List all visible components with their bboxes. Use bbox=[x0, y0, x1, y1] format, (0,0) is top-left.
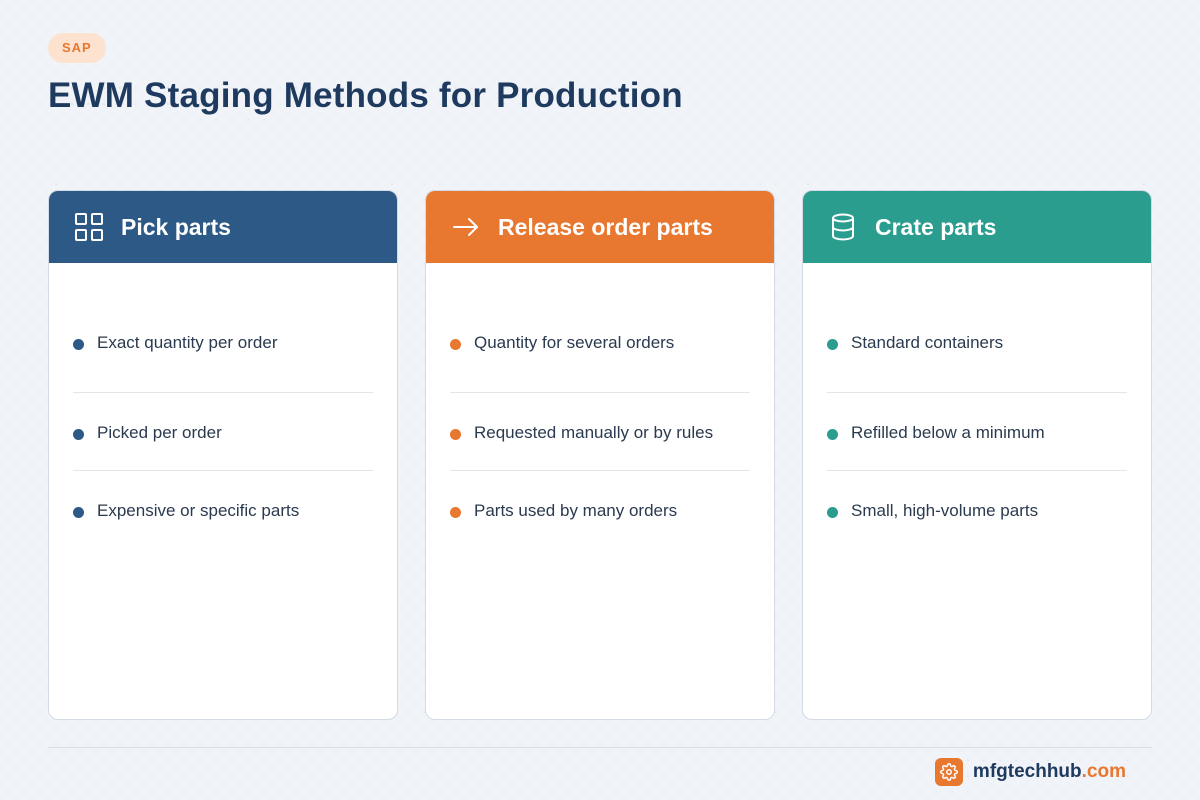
page-title: EWM Staging Methods for Production bbox=[48, 76, 683, 115]
staging-methods: Pick parts Exact quantity per order Pick… bbox=[48, 190, 1152, 720]
bullet-dot bbox=[450, 429, 461, 440]
footer-divider bbox=[48, 747, 1152, 748]
item-text: Small, high-volume parts bbox=[851, 501, 1039, 520]
bullet-dot bbox=[450, 339, 461, 350]
list-item: Quantity for several orders bbox=[450, 303, 750, 393]
item-text: Quantity for several orders bbox=[474, 333, 675, 352]
card-items: Standard containers Refilled below a min… bbox=[827, 333, 1127, 549]
item-text: Exact quantity per order bbox=[97, 333, 278, 352]
list-item: Small, high-volume parts bbox=[827, 471, 1127, 549]
bullet-dot bbox=[827, 339, 838, 350]
item-text: Parts used by many orders bbox=[474, 501, 678, 520]
database-icon bbox=[827, 211, 859, 243]
list-item: Refilled below a minimum bbox=[827, 393, 1127, 471]
list-item: Picked per order bbox=[73, 393, 373, 471]
gear-icon bbox=[934, 758, 963, 786]
bullet-dot bbox=[73, 339, 84, 350]
bullet-dot bbox=[827, 507, 838, 518]
card-release-order-parts: Release order parts Quantity for several… bbox=[425, 190, 775, 720]
brand-name: mfgtechhub bbox=[972, 761, 1082, 782]
bullet-dot bbox=[450, 507, 461, 518]
list-item: Standard containers bbox=[827, 303, 1127, 393]
card-header: Release order parts bbox=[426, 191, 774, 263]
item-text: Standard containers bbox=[851, 333, 1004, 352]
card-title: Crate parts bbox=[875, 213, 997, 240]
card-header: Crate parts bbox=[803, 191, 1151, 263]
list-item: Requested manually or by rules bbox=[450, 393, 750, 471]
bullet-dot bbox=[73, 507, 84, 518]
list-item: Exact quantity per order bbox=[73, 303, 373, 393]
brand[interactable]: mfgtechhub .com bbox=[934, 758, 1126, 786]
bullet-dot bbox=[827, 429, 838, 440]
card-items: Quantity for several orders Requested ma… bbox=[450, 333, 750, 549]
arrow-right-icon bbox=[450, 211, 482, 243]
list-item: Parts used by many orders bbox=[450, 471, 750, 549]
item-text: Picked per order bbox=[97, 423, 222, 442]
card-pick-parts: Pick parts Exact quantity per order Pick… bbox=[48, 190, 398, 720]
grid-icon bbox=[73, 211, 105, 243]
card-header: Pick parts bbox=[49, 191, 397, 263]
bullet-dot bbox=[73, 429, 84, 440]
card-title: Pick parts bbox=[121, 213, 231, 240]
brand-tld: .com bbox=[1081, 761, 1126, 782]
category-tag: SAP bbox=[48, 33, 106, 63]
card-title: Release order parts bbox=[498, 213, 713, 240]
list-item: Expensive or specific parts bbox=[73, 471, 373, 549]
card-crate-parts: Crate parts Standard containers Refilled… bbox=[802, 190, 1152, 720]
card-items: Exact quantity per order Picked per orde… bbox=[73, 333, 373, 549]
item-text: Refilled below a minimum bbox=[851, 423, 1045, 442]
item-text: Requested manually or by rules bbox=[474, 423, 714, 442]
item-text: Expensive or specific parts bbox=[97, 501, 300, 520]
